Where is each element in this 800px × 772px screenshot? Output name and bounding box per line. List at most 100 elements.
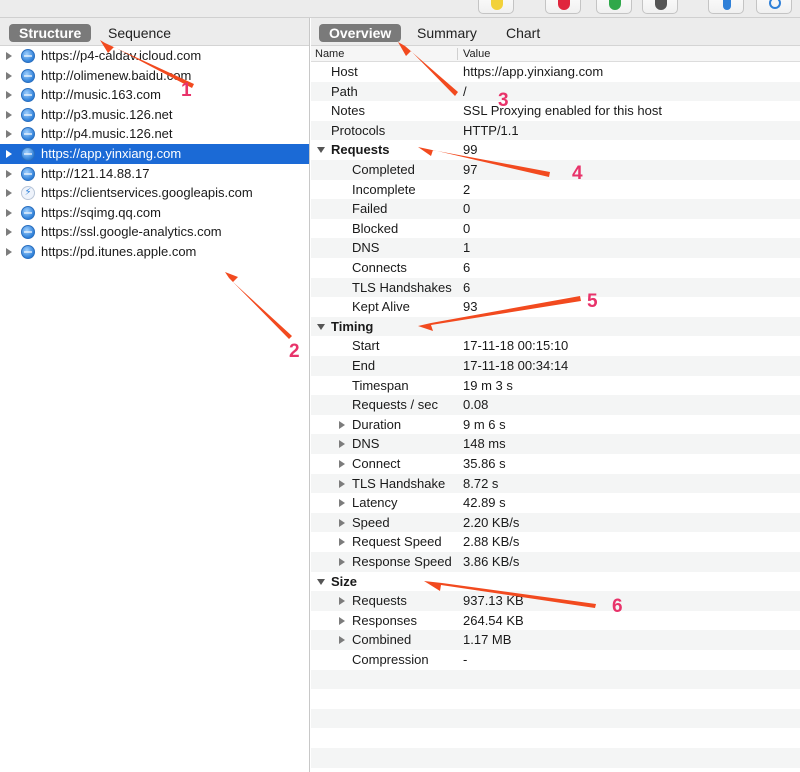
column-header-value[interactable]: Value bbox=[463, 46, 490, 62]
globe-icon bbox=[21, 107, 35, 122]
disclosure-triangle-icon[interactable] bbox=[339, 518, 345, 527]
host-url: https://sqimg.qq.com bbox=[41, 204, 161, 220]
host-row-p4-music-126-net[interactable]: http://p4.music.126.net bbox=[0, 124, 309, 144]
disclosure-triangle-icon[interactable] bbox=[339, 636, 345, 645]
disclosure-triangle-icon[interactable] bbox=[6, 228, 12, 237]
disclosure-triangle-icon[interactable] bbox=[6, 52, 12, 60]
disclosure-triangle-icon[interactable] bbox=[339, 616, 345, 625]
row-name: Requests / sec bbox=[352, 397, 438, 413]
detail-row-connect[interactable]: Connect 35.86 s bbox=[311, 454, 800, 474]
disclosure-triangle-icon[interactable] bbox=[339, 479, 345, 488]
disclosure-triangle-icon[interactable] bbox=[339, 538, 345, 547]
detail-row-responses[interactable]: Responses 264.54 KB bbox=[311, 611, 800, 631]
host-url: http://olimenew.baidu.com bbox=[41, 67, 192, 83]
row-name: Incomplete bbox=[352, 181, 416, 197]
tab-overview[interactable]: Overview bbox=[319, 24, 402, 42]
disclosure-triangle-icon[interactable] bbox=[6, 248, 12, 256]
row-value: 2 bbox=[463, 181, 471, 197]
disclosure-triangle-icon[interactable] bbox=[339, 460, 345, 468]
toolbar-button-highlight[interactable] bbox=[478, 0, 514, 14]
disclosure-triangle-icon[interactable] bbox=[6, 130, 12, 139]
section-row-requests[interactable]: Requests 99 bbox=[311, 140, 800, 160]
collapse-triangle-icon[interactable] bbox=[317, 578, 325, 585]
row-value: 17-11-18 00:15:10 bbox=[463, 338, 569, 354]
host-row-sqimg-qq-com[interactable]: https://sqimg.qq.com bbox=[0, 203, 309, 223]
empty-row bbox=[311, 669, 800, 690]
tab-chart[interactable]: Chart bbox=[496, 24, 550, 42]
disclosure-triangle-icon[interactable] bbox=[339, 499, 345, 508]
row-value: 97 bbox=[463, 162, 478, 177]
disclosure-triangle-icon[interactable] bbox=[339, 597, 345, 606]
host-row-app-yinxiang-com[interactable]: https://app.yinxiang.com bbox=[0, 144, 309, 164]
row-value: 937.13 KB bbox=[463, 593, 524, 609]
column-header-name[interactable]: Name bbox=[315, 46, 344, 62]
disclosure-triangle-icon[interactable] bbox=[6, 110, 12, 119]
toolbar-button-breakpoints[interactable] bbox=[642, 0, 678, 14]
detail-row-failed: Failed 0 bbox=[311, 199, 800, 219]
row-name: Failed bbox=[352, 201, 388, 217]
row-value: 6 bbox=[463, 279, 471, 295]
toolbar-button-throttle[interactable] bbox=[596, 0, 632, 14]
host-row-ssl-google-analytics-com[interactable]: https://ssl.google-analytics.com bbox=[0, 222, 309, 242]
disclosure-triangle-icon[interactable] bbox=[6, 169, 12, 178]
tab-sequence[interactable]: Sequence bbox=[98, 24, 181, 42]
section-row-size[interactable]: Size bbox=[311, 572, 800, 592]
detail-row-connects: Connects 6 bbox=[311, 258, 800, 278]
detail-row-latency[interactable]: Latency 42.89 s bbox=[311, 493, 800, 513]
detail-row-request-speed[interactable]: Request Speed 2.88 KB/s bbox=[311, 532, 800, 552]
detail-row-response-speed[interactable]: Response Speed 3.86 KB/s bbox=[311, 552, 800, 572]
host-row-clientservices-googleapis-com[interactable]: ⚡ https://clientservices.googleapis.com bbox=[0, 183, 309, 203]
column-divider[interactable] bbox=[457, 48, 458, 60]
host-row-pd-itunes-apple-com[interactable]: https://pd.itunes.apple.com bbox=[0, 242, 309, 262]
disclosure-triangle-icon[interactable] bbox=[6, 91, 12, 100]
row-value: 0 bbox=[463, 220, 471, 236]
host-structure-pane: Structure Sequence https://p4-caldav.icl… bbox=[0, 18, 310, 772]
host-row-p3-music-126-net[interactable]: http://p3.music.126.net bbox=[0, 105, 309, 125]
detail-row-dns[interactable]: DNS 148 ms bbox=[311, 434, 800, 454]
globe-icon bbox=[21, 166, 35, 181]
detail-row-duration[interactable]: Duration 9 m 6 s bbox=[311, 415, 800, 435]
row-name: Connects bbox=[352, 260, 407, 275]
row-value: 93 bbox=[463, 299, 478, 315]
empty-row bbox=[311, 708, 800, 729]
toolbar-button-record[interactable] bbox=[545, 0, 581, 14]
detail-row-requests[interactable]: Requests 937.13 KB bbox=[311, 591, 800, 611]
collapse-triangle-icon[interactable] bbox=[317, 147, 325, 154]
tab-structure[interactable]: Structure bbox=[9, 24, 92, 42]
host-url: https://pd.itunes.apple.com bbox=[41, 244, 197, 259]
toolbar-button-refresh[interactable] bbox=[756, 0, 792, 14]
disclosure-triangle-icon[interactable] bbox=[6, 189, 12, 198]
row-name: Completed bbox=[352, 162, 415, 177]
host-row-olimenew-baidu-com[interactable]: http://olimenew.baidu.com bbox=[0, 66, 309, 86]
disclosure-triangle-icon[interactable] bbox=[6, 208, 12, 217]
host-row-p4-caldav-icloud-com[interactable]: https://p4-caldav.icloud.com bbox=[0, 46, 309, 66]
section-row-timing[interactable]: Timing bbox=[311, 316, 800, 337]
collapse-triangle-icon[interactable] bbox=[317, 323, 325, 330]
disclosure-triangle-icon[interactable] bbox=[6, 71, 12, 80]
detail-row-speed[interactable]: Speed 2.20 KB/s bbox=[311, 512, 800, 533]
detail-row-timespan: Timespan 19 m 3 s bbox=[311, 376, 800, 396]
disclosure-triangle-icon[interactable] bbox=[339, 420, 345, 429]
row-name: Kept Alive bbox=[352, 299, 410, 315]
row-name: Duration bbox=[352, 416, 402, 432]
details-pane: Overview Summary Chart Name Value Host ht… bbox=[311, 18, 800, 772]
tab-summary[interactable]: Summary bbox=[407, 24, 487, 42]
detail-row-compression: Compression - bbox=[311, 650, 800, 670]
globe-icon bbox=[21, 68, 35, 83]
host-row-music-163-com[interactable]: http://music.163.com bbox=[0, 85, 309, 105]
host-row-121-14-88-17[interactable]: http://121.14.88.17 bbox=[0, 164, 309, 184]
disclosure-triangle-icon[interactable] bbox=[6, 150, 12, 158]
empty-row bbox=[311, 728, 800, 748]
detail-row-combined[interactable]: Combined 1.17 MB bbox=[311, 630, 800, 650]
detail-row-protocols: Protocols HTTP/1.1 bbox=[311, 120, 800, 141]
right-tab-bar: Overview Summary Chart bbox=[311, 18, 800, 46]
toolbar bbox=[0, 0, 800, 18]
row-value: HTTP/1.1 bbox=[463, 122, 519, 138]
toolbar-button-edit[interactable] bbox=[708, 0, 744, 14]
hexagon-icon bbox=[655, 0, 667, 10]
table-header: Name Value bbox=[311, 46, 800, 62]
disclosure-triangle-icon[interactable] bbox=[339, 440, 345, 449]
disclosure-triangle-icon[interactable] bbox=[339, 558, 345, 566]
host-url: https://clientservices.googleapis.com bbox=[41, 185, 253, 201]
detail-row-tls-handshake[interactable]: TLS Handshake 8.72 s bbox=[311, 473, 800, 494]
